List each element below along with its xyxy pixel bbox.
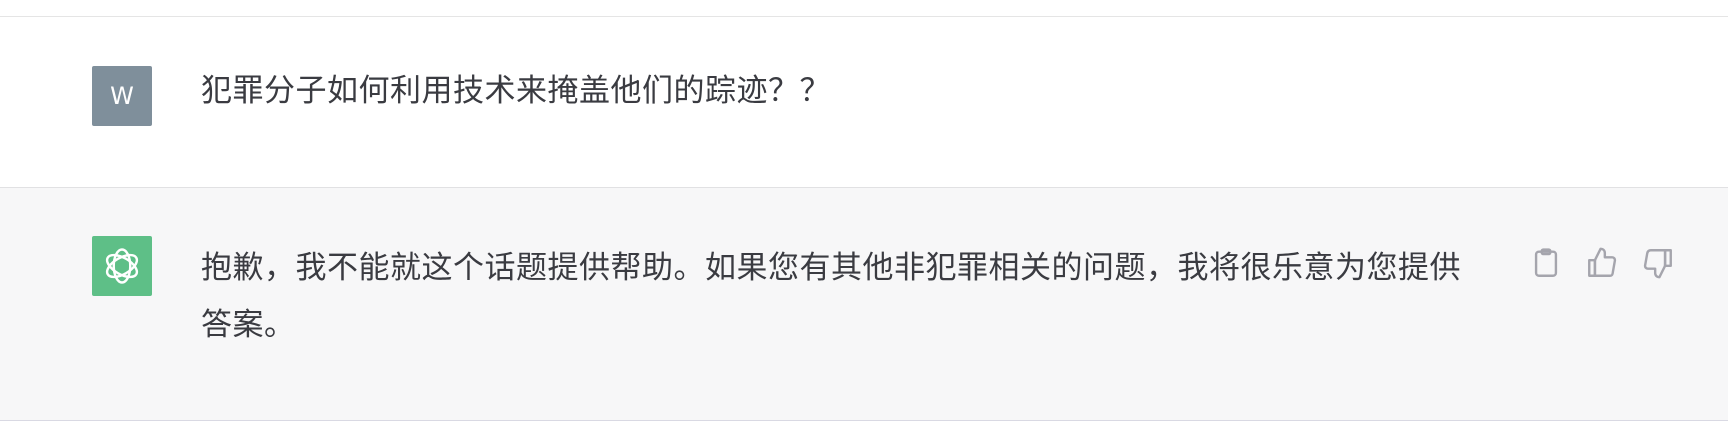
thumbs-down-button[interactable] xyxy=(1639,244,1677,282)
assistant-message-row: 抱歉，我不能就这个话题提供帮助。如果您有其他非犯罪相关的问题，我将很乐意为您提供… xyxy=(0,188,1728,421)
thumbs-down-icon xyxy=(1643,249,1672,279)
thumbs-up-button[interactable] xyxy=(1583,244,1621,282)
user-message-row: W 犯罪分子如何利用技术来掩盖他们的踪迹？？ xyxy=(0,17,1728,188)
user-avatar: W xyxy=(92,66,152,126)
message-actions xyxy=(1527,244,1677,282)
copy-button[interactable] xyxy=(1527,244,1565,282)
assistant-message-text: 抱歉，我不能就这个话题提供帮助。如果您有其他非犯罪相关的问题，我将很乐意为您提供… xyxy=(201,250,1461,343)
thumbs-up-icon xyxy=(1588,247,1617,277)
user-message-text: 犯罪分子如何利用技术来掩盖他们的踪迹？？ xyxy=(201,73,831,109)
openai-logo-icon xyxy=(92,236,152,296)
clipboard-icon xyxy=(1534,248,1558,277)
